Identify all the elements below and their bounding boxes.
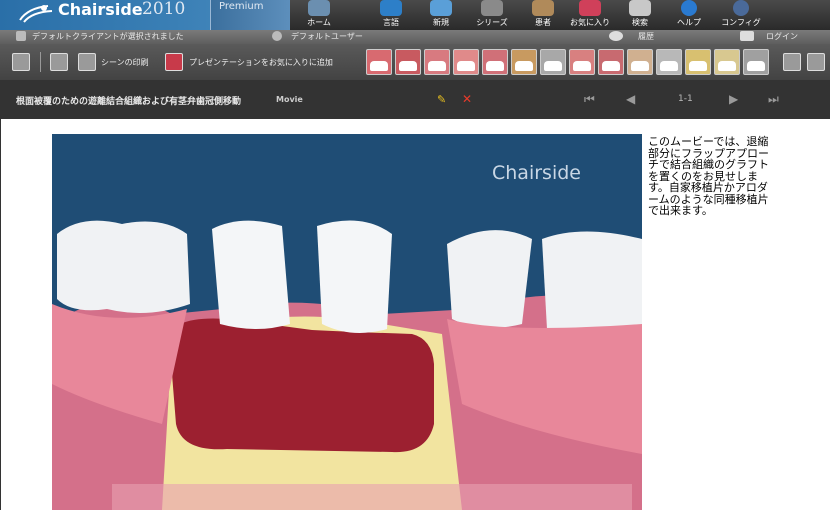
expand-icon[interactable] — [783, 53, 801, 71]
nav-search[interactable]: 検索 — [620, 0, 660, 30]
scene-thumb-10[interactable] — [627, 49, 653, 75]
edit-icon[interactable]: ✎ — [437, 93, 446, 106]
movie-player[interactable]: Chairside — [52, 134, 642, 510]
scene-thumb-14[interactable] — [743, 49, 769, 75]
client-status: デフォルトクライアントが選択されました — [32, 32, 184, 41]
lock-icon — [740, 31, 754, 41]
language-icon — [380, 0, 402, 16]
nav-help[interactable]: ヘルプ — [672, 0, 706, 30]
scene-thumb-12[interactable] — [685, 49, 711, 75]
last-icon[interactable]: ⏭ — [768, 92, 779, 107]
logo-area: Chairside 2010 Premium — [0, 0, 290, 30]
nav-series[interactable]: シリーズ — [472, 0, 512, 30]
nav-new[interactable]: 新規 — [424, 0, 458, 30]
print-scene-button[interactable]: シーンの印刷 — [101, 57, 149, 68]
nav-home[interactable]: ホーム — [302, 0, 336, 30]
close-icon[interactable]: ✕ — [462, 92, 472, 106]
media-type-label: Movie — [276, 95, 303, 104]
next-icon[interactable]: ▶ — [729, 92, 738, 106]
app-logo-text: Chairside — [58, 0, 143, 19]
toolbar: シーンの印刷 プレゼンテーションをお気に入りに追加 — [0, 44, 830, 80]
current-user[interactable]: デフォルトユーザー — [291, 31, 363, 42]
watermark-logo: Chairside — [492, 162, 581, 184]
presentation-title-bar: 根面被覆のための遊離結合組織および有茎弁歯冠側移動 Movie ✎ ✕ ⏮ ◀ … — [0, 80, 830, 119]
nav-patient[interactable]: 患者 — [526, 0, 560, 30]
first-icon[interactable]: ⏮ — [584, 92, 595, 107]
scene-thumb-7[interactable] — [540, 49, 566, 75]
scene-thumb-11[interactable] — [656, 49, 682, 75]
scene-thumb-2[interactable] — [395, 49, 421, 75]
scene-thumb-6[interactable] — [511, 49, 537, 75]
nav-config[interactable]: コンフィグ — [718, 0, 764, 30]
history-link[interactable]: 履歴 — [638, 31, 654, 42]
search-icon — [629, 0, 651, 16]
document-icon[interactable] — [50, 53, 68, 71]
movie-description: このムービーでは、退縮部分にフラップアプローチで結合組織のグラフトを置くのをお見… — [648, 135, 769, 217]
scene-thumb-4[interactable] — [453, 49, 479, 75]
toolbar-divider — [40, 52, 41, 72]
scene-thumb-1[interactable] — [366, 49, 392, 75]
new-icon — [430, 0, 452, 16]
app-year: 2010 — [142, 0, 186, 19]
scene-thumb-8[interactable] — [569, 49, 595, 75]
help-icon — [681, 0, 697, 16]
client-icon — [16, 31, 26, 41]
add-favorite-button[interactable]: プレゼンテーションをお気に入りに追加 — [189, 57, 333, 68]
print-icon[interactable] — [78, 53, 96, 71]
presentation-title: 根面被覆のための遊離結合組織および有茎弁歯冠側移動 — [16, 97, 242, 107]
nav-language[interactable]: 言語 — [374, 0, 408, 30]
scene-thumb-3[interactable] — [424, 49, 450, 75]
scene-thumb-5[interactable] — [482, 49, 508, 75]
fullscreen-icon[interactable] — [12, 53, 30, 71]
user-icon — [272, 31, 282, 41]
content-area: Chairside このムービーでは、退縮部分にフラップアプローチで結合組織のグ… — [0, 119, 830, 510]
chairside-logo-icon — [19, 5, 53, 23]
edition-badge: Premium — [210, 0, 290, 30]
heart-icon[interactable] — [165, 53, 183, 71]
patient-icon — [532, 0, 554, 16]
status-bar: デフォルトクライアントが選択されました デフォルトユーザー 履歴 ログイン — [0, 30, 830, 44]
tooth-illustration — [52, 134, 642, 510]
clock-icon — [609, 31, 623, 41]
config-icon — [733, 0, 749, 16]
top-header: Chairside 2010 Premium ホーム 言語 新規 シリーズ 患者… — [0, 0, 830, 30]
prev-icon[interactable]: ◀ — [626, 92, 635, 106]
series-icon — [481, 0, 503, 16]
home-icon — [308, 0, 330, 16]
nav-favorites[interactable]: お気に入り — [566, 0, 614, 30]
scene-thumb-13[interactable] — [714, 49, 740, 75]
login-link[interactable]: ログイン — [766, 31, 798, 42]
favorites-icon — [579, 0, 601, 16]
scene-thumb-9[interactable] — [598, 49, 624, 75]
page-indicator: 1-1 — [678, 94, 693, 104]
view-icon[interactable] — [807, 53, 825, 71]
